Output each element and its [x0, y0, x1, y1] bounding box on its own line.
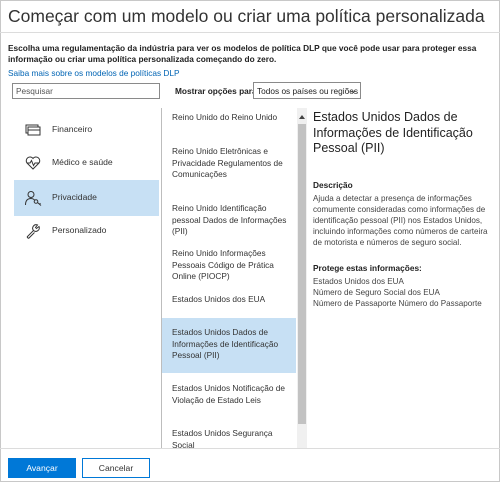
region-select[interactable]: Todos os países ou regiões ⌄	[253, 82, 361, 99]
scrollbar-thumb[interactable]	[298, 124, 306, 424]
template-item-selected[interactable]: Estados Unidos Dados de Informações de I…	[162, 318, 296, 373]
footer-divider	[0, 448, 500, 449]
protected-info-item: Estados Unidos dos EUA	[313, 277, 404, 286]
category-label: Personalizado	[52, 225, 107, 235]
category-label: Financeiro	[52, 124, 93, 134]
wrench-icon	[26, 224, 40, 239]
search-input[interactable]	[12, 83, 160, 99]
dialog-title: Começar com um modelo ou criar uma polít…	[8, 6, 485, 26]
detail-title: Estados Unidos Dados de Informações de I…	[313, 110, 473, 155]
template-item[interactable]: Reino Unido do Reino Unido	[162, 112, 296, 124]
template-list: Reino Unido do Reino Unido Reino Unido E…	[161, 108, 307, 448]
category-label: Privacidade	[52, 192, 97, 202]
learn-more-link[interactable]: Saiba mais sobre os modelos de políticas…	[8, 68, 180, 78]
category-personalizado[interactable]: Personalizado	[14, 213, 159, 249]
cancel-button[interactable]: Cancelar	[82, 458, 150, 478]
category-privacidade[interactable]: Privacidade	[14, 180, 159, 216]
title-divider	[0, 32, 500, 33]
chevron-down-icon: ⌄	[349, 85, 357, 95]
intro-text: Escolha uma regulamentação da indústria …	[8, 43, 477, 64]
template-item[interactable]: Estados Unidos Segurança Social	[162, 428, 296, 448]
template-item[interactable]: Reino Unido Identificação pessoal Dados …	[162, 203, 296, 238]
protected-info-item: Número de Passaporte Número do Passaport…	[313, 299, 482, 308]
next-button[interactable]: Avançar	[8, 458, 76, 478]
template-item[interactable]: Reino Unido Informações Pessoais Código …	[162, 248, 296, 283]
category-label: Médico e saúde	[52, 157, 113, 167]
description-heading: Descrição	[313, 180, 353, 190]
category-financeiro[interactable]: Financeiro	[14, 112, 159, 148]
template-item[interactable]: Estados Unidos dos EUA	[162, 294, 296, 306]
heartbeat-icon	[25, 156, 41, 170]
region-select-value: Todos os países ou regiões	[257, 86, 359, 96]
scroll-up-icon[interactable]	[297, 112, 307, 122]
template-item[interactable]: Reino Unido Eletrônicas e Privacidade Re…	[162, 146, 296, 181]
person-key-icon	[25, 191, 42, 206]
protects-heading: Protege estas informações:	[313, 263, 422, 273]
protected-info-item: Número de Seguro Social dos EUA	[313, 288, 440, 297]
category-medico-saude[interactable]: Médico e saúde	[14, 145, 159, 181]
filter-label: Mostrar opções para	[175, 86, 257, 96]
card-icon	[25, 124, 41, 136]
description-text: Ajuda a detectar a presença de informaçõ…	[313, 194, 488, 247]
template-item[interactable]: Estados Unidos Notificação de Violação d…	[162, 383, 296, 406]
